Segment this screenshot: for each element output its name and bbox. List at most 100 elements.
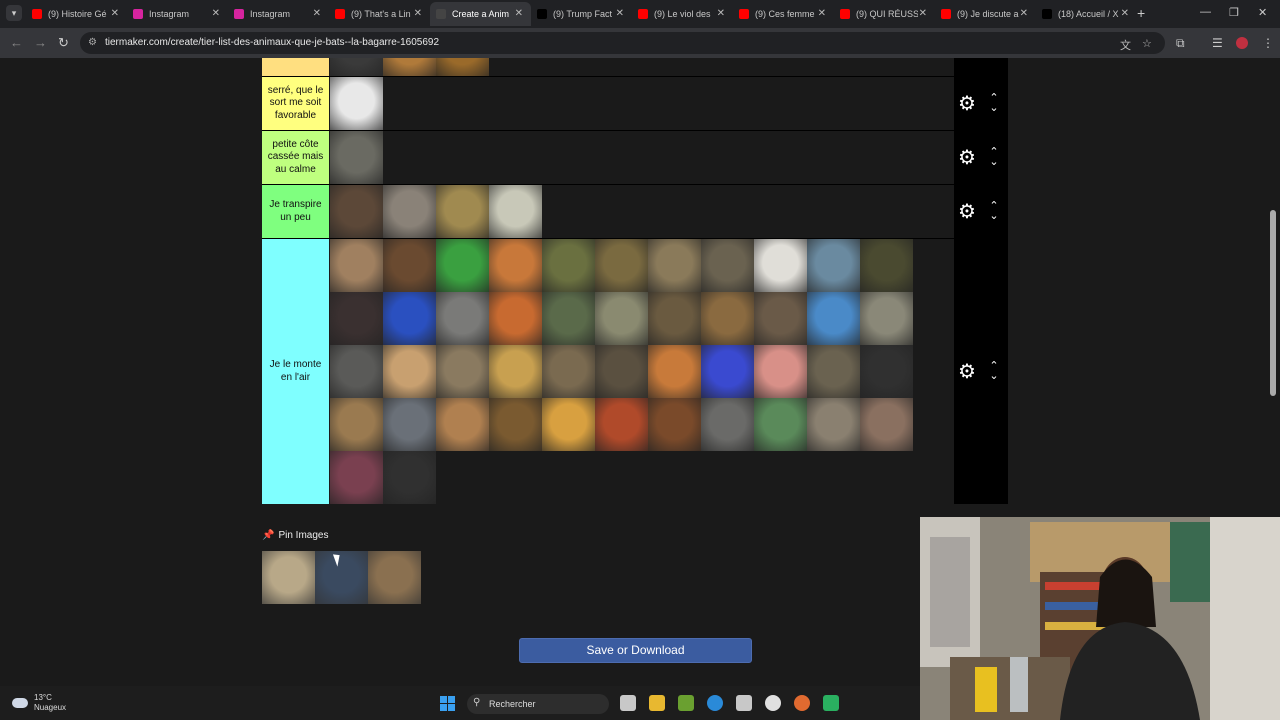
tab-search-button[interactable]: ▾ [6,5,22,21]
media-icon[interactable]: ☰ [1212,36,1223,50]
menu-icon[interactable]: ⋮ [1262,36,1274,50]
restore-button[interactable]: ❐ [1229,6,1239,19]
animal-image[interactable] [860,398,913,451]
animal-image[interactable] [383,58,436,76]
gear-icon[interactable]: ⚙ [958,361,976,383]
browser-tab[interactable]: (9) Je discute a ✕ [935,2,1036,26]
tab-close-icon[interactable]: ✕ [515,8,523,19]
animal-image[interactable] [595,292,648,345]
animal-image[interactable] [754,239,807,292]
app-icon[interactable] [823,695,839,711]
close-window-button[interactable]: ✕ [1258,6,1267,19]
pinned-animal-image[interactable] [315,551,368,604]
gear-icon[interactable]: ⚙ [958,58,976,61]
chevron-down-icon[interactable]: ⌄ [988,210,1000,221]
browser-tab[interactable]: (9) Trump Fact ✕ [531,2,632,26]
animal-image[interactable] [436,398,489,451]
chrome-icon[interactable] [765,695,781,711]
gear-icon[interactable]: ⚙ [958,147,976,169]
tier-label[interactable]: petite côte cassée mais au calme [262,131,329,184]
animal-image[interactable] [436,345,489,398]
animal-image[interactable] [383,185,436,238]
back-button[interactable]: ← [10,35,23,50]
browser-tab[interactable]: (9) Ces femme ✕ [733,2,834,26]
chevron-up-icon[interactable]: ⌃ [988,200,1000,211]
chevron-down-icon[interactable]: ⌄ [988,156,1000,167]
animal-image[interactable] [489,239,542,292]
animal-image[interactable] [383,345,436,398]
browser-tab[interactable]: Instagram ✕ [127,2,228,26]
animal-image[interactable] [807,239,860,292]
tab-close-icon[interactable]: ✕ [414,8,422,19]
animal-image[interactable] [648,345,701,398]
animal-image[interactable] [542,345,595,398]
animal-image[interactable] [595,239,648,292]
animal-image[interactable] [436,292,489,345]
animal-image[interactable] [489,345,542,398]
pinned-animal-image[interactable] [262,551,315,604]
chevron-up-icon[interactable]: ⌃ [988,146,1000,157]
tier-label[interactable]: serré, que le sort me soit favorable [262,77,329,130]
pin-images-label[interactable]: 📌 Pin Images [262,530,328,541]
chevron-down-icon[interactable]: ⌄ [988,102,1000,113]
chevron-down-icon[interactable]: ⌄ [988,58,1000,59]
animal-image[interactable] [701,398,754,451]
new-tab-button[interactable]: + [1137,5,1145,21]
firefox-icon[interactable] [794,695,810,711]
tier-label[interactable]: Je le monte en l'air [262,239,329,504]
site-info-icon[interactable]: ⚙ [88,37,97,48]
animal-image[interactable] [648,398,701,451]
animal-image[interactable] [330,185,383,238]
reload-button[interactable]: ↻ [58,35,69,51]
address-bar[interactable]: ⚙ tiermaker.com/create/tier-list-des-ani… [80,32,1165,54]
profile-avatar[interactable] [1236,37,1248,49]
animal-image[interactable] [330,292,383,345]
task-view-icon[interactable] [620,695,636,711]
animal-image[interactable] [383,398,436,451]
url-text[interactable]: tiermaker.com/create/tier-list-des-anima… [105,37,439,48]
animal-image[interactable] [648,292,701,345]
animal-image[interactable] [330,58,383,76]
browser-tab[interactable]: Instagram ✕ [228,2,329,26]
file-explorer-icon[interactable] [649,695,665,711]
animal-image[interactable] [436,58,489,76]
tab-close-icon[interactable]: ✕ [717,8,725,19]
browser-tab[interactable]: (18) Accueil / X ✕ [1036,2,1137,26]
translate-icon[interactable]: 文 [1120,37,1131,53]
pinned-animal-image[interactable] [368,551,421,604]
forward-button[interactable]: → [34,35,47,50]
browser-tab[interactable]: (9) Histoire Gé ✕ [26,2,127,26]
animal-image[interactable] [383,451,436,504]
animal-image[interactable] [542,239,595,292]
tier-label[interactable]: dans l'honneur [262,58,329,76]
animal-image[interactable] [807,345,860,398]
taskbar-search[interactable]: ⚲ Rechercher [467,694,609,714]
gear-icon[interactable]: ⚙ [958,201,976,223]
animal-image[interactable] [807,398,860,451]
animal-image[interactable] [754,292,807,345]
animal-image[interactable] [383,239,436,292]
tab-close-icon[interactable]: ✕ [313,8,321,19]
animal-image[interactable] [330,398,383,451]
animal-image[interactable] [701,239,754,292]
animal-image[interactable] [330,77,383,130]
bookmark-star-icon[interactable]: ☆ [1142,37,1152,50]
animal-image[interactable] [436,239,489,292]
browser-tab[interactable]: (9) QUI RÉUSS ✕ [834,2,935,26]
tab-close-icon[interactable]: ✕ [919,8,927,19]
animal-image[interactable] [754,345,807,398]
tier-label[interactable]: Je transpire un peu [262,185,329,238]
xbox-icon[interactable] [678,695,694,711]
scrollbar-thumb[interactable] [1270,210,1276,396]
tab-close-icon[interactable]: ✕ [818,8,826,19]
animal-image[interactable] [383,292,436,345]
animal-image[interactable] [330,345,383,398]
animal-image[interactable] [807,292,860,345]
animal-image[interactable] [436,185,489,238]
animal-image[interactable] [754,398,807,451]
tab-close-icon[interactable]: ✕ [1020,8,1028,19]
tab-close-icon[interactable]: ✕ [1121,8,1129,19]
browser-tab[interactable]: Create a Anim ✕ [430,2,531,26]
browser-tab[interactable]: (9) Le viol des ✕ [632,2,733,26]
extensions-icon[interactable]: ⧉ [1176,36,1185,51]
